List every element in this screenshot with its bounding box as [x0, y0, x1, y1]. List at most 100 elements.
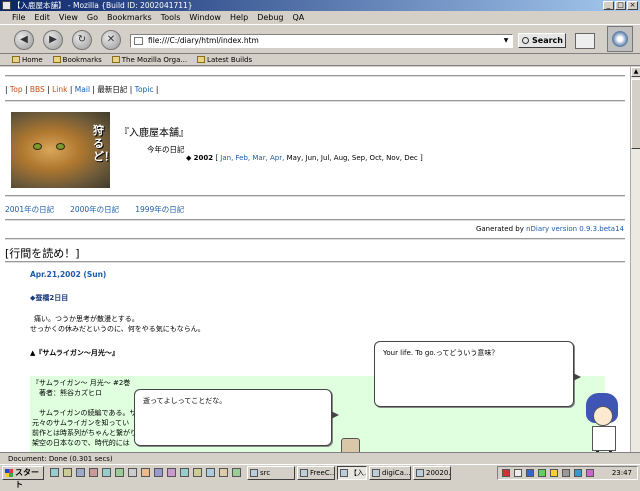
quote-text: 『サムライガン〜 月光〜 #2巻 著者：熊谷カズヒロ サムライガンの続編である。…: [32, 379, 137, 447]
tray-icon[interactable]: [586, 469, 594, 477]
quicklaunch-icon[interactable]: [154, 468, 163, 477]
site-nav: | Top | BBS | Link | Mail | 最新日記 | Topic…: [5, 85, 159, 94]
title-bar: 【入鹿屋本舗】 - Mozilla {Build ID: 2002041711}…: [0, 0, 640, 11]
bookmark-latest-builds[interactable]: Latest Builds: [197, 54, 252, 65]
print-icon[interactable]: [575, 33, 595, 49]
speaker-icon[interactable]: [562, 469, 570, 477]
reload-button[interactable]: ↻: [72, 30, 92, 50]
nav-mail-link[interactable]: Mail: [75, 85, 90, 94]
section-heading: [行間を読め！]: [5, 247, 80, 260]
nav-top-link[interactable]: Top: [10, 85, 23, 94]
menu-debug[interactable]: Debug: [257, 11, 283, 24]
linked-months[interactable]: Jan, Feb, Mar, Apr,: [220, 154, 284, 162]
cat-eye: [33, 143, 42, 150]
task-mozilla[interactable]: 【入...: [337, 466, 367, 480]
bookmark-mozilla-org[interactable]: The Mozilla Orga...: [111, 54, 187, 65]
quicklaunch-icon[interactable]: [50, 468, 59, 477]
document-icon: [416, 469, 424, 477]
year-2000-link[interactable]: 2000年の日記: [70, 204, 119, 215]
tray-icon[interactable]: [526, 469, 534, 477]
menu-tools[interactable]: Tools: [161, 11, 181, 24]
search-button[interactable]: Search: [518, 33, 566, 48]
menu-view[interactable]: View: [59, 11, 78, 24]
bookmark-home[interactable]: Home: [12, 54, 43, 65]
scroll-thumb[interactable]: [631, 79, 640, 149]
cat-photo: 狩るど！: [11, 112, 115, 188]
ndiary-link[interactable]: nDiary version 0.9.3.beta14: [526, 225, 624, 233]
minimize-button[interactable]: _: [603, 1, 614, 10]
menu-edit[interactable]: Edit: [34, 11, 50, 24]
quicklaunch-icon[interactable]: [102, 468, 111, 477]
speech-text-top: Your life. To go.ってどういう意味？: [383, 349, 499, 357]
app-icon: [300, 469, 308, 477]
speech-bubble-bottom[interactable]: 逝ってよしってことだな。: [134, 389, 339, 446]
menu-file[interactable]: File: [12, 11, 25, 24]
tray-icon[interactable]: [538, 469, 546, 477]
menu-go[interactable]: Go: [87, 11, 98, 24]
divider: [5, 238, 625, 240]
task-freecell[interactable]: FreeC...: [297, 466, 335, 480]
page-icon: [134, 37, 143, 45]
divider: [5, 75, 625, 77]
throbber-icon[interactable]: [607, 26, 633, 52]
quicklaunch-icon[interactable]: [128, 468, 137, 477]
vertical-scrollbar[interactable]: ▲ ▼: [630, 67, 640, 464]
stop-icon: ✕: [106, 34, 116, 45]
tray-icon[interactable]: [502, 469, 510, 477]
divider: [5, 100, 625, 102]
bookmarks-icon: [52, 56, 61, 63]
clock[interactable]: 23:47: [612, 467, 632, 479]
personal-toolbar: Home Bookmarks The Mozilla Orga... Lates…: [0, 54, 640, 66]
quicklaunch-icon[interactable]: [219, 468, 228, 477]
search-label: Search: [532, 36, 563, 45]
quicklaunch-icon[interactable]: [63, 468, 72, 477]
reload-icon: ↻: [77, 34, 87, 45]
mozilla-app-icon[interactable]: [2, 1, 11, 10]
tray-icon[interactable]: [550, 469, 558, 477]
quicklaunch-icon[interactable]: [232, 468, 241, 477]
entry-date[interactable]: Apr.21,2002 (Sun): [30, 270, 106, 279]
forward-button[interactable]: ▶: [43, 30, 63, 50]
menu-qa[interactable]: QA: [293, 11, 305, 24]
year-1999-link[interactable]: 1999年の日記: [135, 204, 184, 215]
quicklaunch-icon[interactable]: [206, 468, 215, 477]
tray-icon[interactable]: [514, 469, 522, 477]
windows-logo-icon: [5, 469, 13, 477]
nav-topic-link[interactable]: Topic: [135, 85, 154, 94]
back-arrow-icon: ◀: [20, 34, 28, 45]
nav-link-link[interactable]: Link: [52, 85, 67, 94]
nav-bbs-link[interactable]: BBS: [30, 85, 45, 94]
tray-icon[interactable]: [574, 469, 582, 477]
close-button[interactable]: ×: [627, 1, 638, 10]
task-digicam[interactable]: digiCa...: [369, 466, 411, 480]
url-dropdown-icon[interactable]: ▼: [501, 36, 511, 46]
start-button[interactable]: スタート: [2, 466, 44, 489]
menu-help[interactable]: Help: [230, 11, 248, 24]
stop-button[interactable]: ✕: [101, 30, 121, 50]
diary-label: 今年の日記: [147, 145, 185, 154]
maximize-button[interactable]: □: [615, 1, 626, 10]
menu-bookmarks[interactable]: Bookmarks: [107, 11, 152, 24]
status-text: Document: Done (0.301 secs): [8, 455, 113, 463]
task-src[interactable]: src: [247, 466, 295, 480]
year-2001-link[interactable]: 2001年の日記: [5, 204, 54, 215]
url-bar[interactable]: file:///C:/diary/html/index.htm ▼: [130, 34, 513, 48]
bookmark-bookmarks[interactable]: Bookmarks: [52, 54, 102, 65]
quicklaunch-icon[interactable]: [180, 468, 189, 477]
quicklaunch-icon[interactable]: [89, 468, 98, 477]
speech-bubble-top[interactable]: Your life. To go.ってどういう意味？: [374, 341, 581, 407]
menu-window[interactable]: Window: [189, 11, 221, 24]
quicklaunch-icon[interactable]: [167, 468, 176, 477]
navigation-toolbar: ◀ ▶ ↻ ✕ file:///C:/diary/html/index.htm …: [0, 24, 640, 54]
quicklaunch-icon[interactable]: [193, 468, 202, 477]
task-20020[interactable]: 20020...: [413, 466, 451, 480]
scroll-up-icon[interactable]: ▲: [631, 67, 640, 77]
back-button[interactable]: ◀: [14, 30, 34, 50]
quicklaunch-icon[interactable]: [76, 468, 85, 477]
menu-bar: File Edit View Go Bookmarks Tools Window…: [0, 11, 640, 24]
quicklaunch-icon[interactable]: [141, 468, 150, 477]
home-icon: [12, 56, 20, 63]
folder-icon: [197, 56, 206, 63]
window-controls: _ □ ×: [603, 1, 638, 10]
quicklaunch-icon[interactable]: [115, 468, 124, 477]
